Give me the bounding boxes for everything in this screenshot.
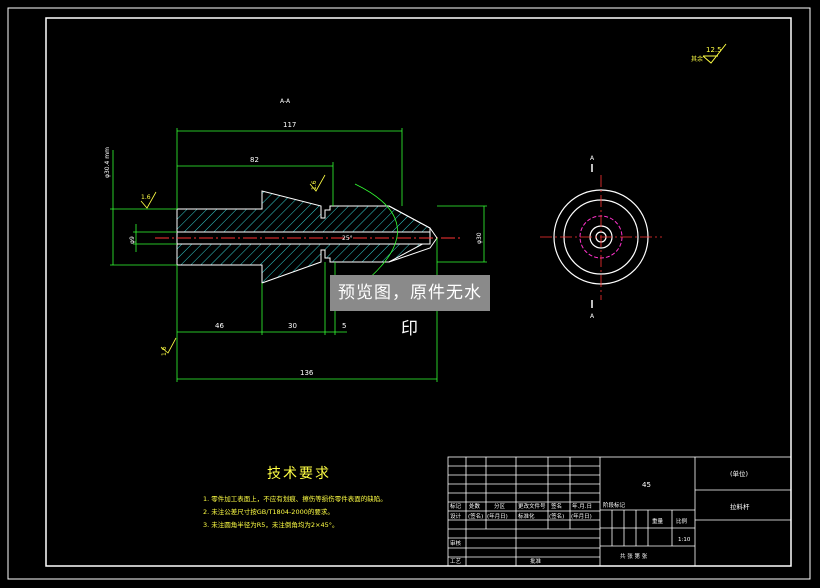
dim-seg-30: 30 xyxy=(288,322,297,330)
dim-dia-bore: φ9 xyxy=(129,236,136,244)
tb-material: 45 xyxy=(642,481,651,489)
tb-scale: 1:10 xyxy=(678,537,691,543)
rest-roughness-label: 其余 xyxy=(691,55,703,63)
tb-drawing-name: 拉料杆 xyxy=(730,502,750,511)
tb-h1-4: 签名 xyxy=(551,502,562,510)
dim-dia-tip: φ30 xyxy=(476,232,483,244)
tb-h2-4: (签名) xyxy=(549,512,564,520)
tb-process: 工艺 xyxy=(450,558,462,565)
section-mark-bottom: A xyxy=(590,313,595,320)
end-view: A A xyxy=(540,155,662,320)
dim-angle: 25° xyxy=(342,235,353,242)
tb-stage: 阶段标记 xyxy=(603,501,626,509)
dim-dia-tol: φ30.4 mm xyxy=(104,147,111,178)
tb-h1-0: 标记 xyxy=(450,502,462,510)
watermark-banner: 预览图，原件无水印 xyxy=(330,275,490,339)
tb-h2-1: (签名) xyxy=(468,512,483,520)
tb-h1-1: 处数 xyxy=(469,502,481,510)
dim-seg-46: 46 xyxy=(215,322,224,330)
dim-overall-top: 117 xyxy=(283,121,296,129)
section-mark-top: A xyxy=(590,155,595,162)
tb-h1-3: 更改文件号 xyxy=(518,502,546,510)
tb-h2-0: 设计 xyxy=(450,512,462,520)
technical-requirements: 技术要求 1. 零件加工表面上，不应有划痕、擦伤等损伤零件表面的缺陷。 2. 未… xyxy=(203,466,387,529)
section-label: A-A xyxy=(280,98,291,105)
dim-seg-5: 5 xyxy=(342,322,346,330)
tb-sheets: 共 张 第 张 xyxy=(620,552,648,560)
roughness-value-1: 1.6 xyxy=(141,194,151,201)
roughness-value-2: 1.6 xyxy=(311,180,318,190)
tech-req-item-1: 1. 零件加工表面上，不应有划痕、擦伤等损伤零件表面的缺陷。 xyxy=(203,494,387,503)
tb-h1-2: 分区 xyxy=(494,502,506,510)
tb-review: 审核 xyxy=(450,539,462,547)
tech-req-item-2: 2. 未注公差尺寸按GB/T1804-2000的要求。 xyxy=(203,507,334,516)
part-section-view xyxy=(155,190,460,284)
tb-h2-3: 标准化 xyxy=(518,512,535,520)
tb-approve: 批准 xyxy=(530,557,542,565)
tb-ratio: 比例 xyxy=(676,517,688,525)
tb-weight: 重量 xyxy=(652,517,664,525)
rest-roughness-mark: 其余 12.5 xyxy=(691,43,727,64)
tech-req-title: 技术要求 xyxy=(267,466,331,482)
tb-unit: (单位) xyxy=(730,469,748,478)
dim-overall-bottom: 136 xyxy=(300,369,314,377)
tb-h2-2: (年月日) xyxy=(487,512,508,520)
tech-req-item-3: 3. 未注圆角半径为R5，未注倒角均为2×45°。 xyxy=(203,520,339,529)
tb-h1-5: 年.月.日 xyxy=(572,502,592,510)
tb-h2-5: (年月日) xyxy=(571,512,592,520)
body-upper-half xyxy=(176,190,431,233)
dim-82: 82 xyxy=(250,156,259,164)
roughness-value-3: 1.6 xyxy=(161,346,168,356)
